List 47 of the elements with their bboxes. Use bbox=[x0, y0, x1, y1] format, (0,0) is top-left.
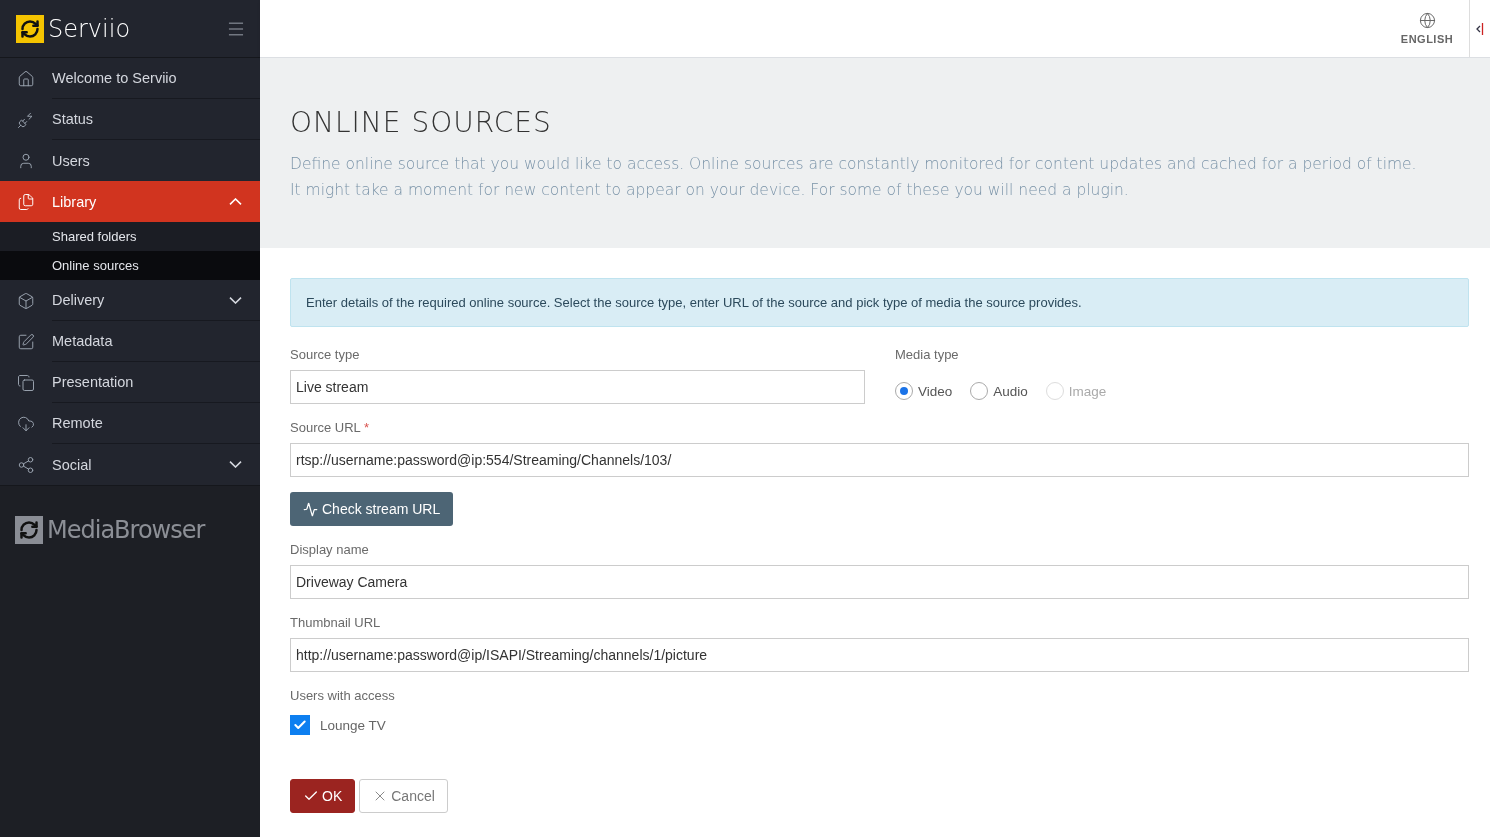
sub-nav-item[interactable]: Online sources bbox=[0, 251, 260, 280]
nav-icon bbox=[17, 414, 35, 433]
nav-icon bbox=[17, 69, 35, 88]
display-name-field[interactable]: Driveway Camera bbox=[290, 565, 1469, 599]
collapse-icon[interactable] bbox=[1476, 21, 1484, 36]
nav-icon bbox=[17, 110, 35, 129]
nav-item[interactable]: Users bbox=[0, 140, 260, 181]
ok-button[interactable]: OK bbox=[290, 779, 356, 813]
source-type-field[interactable]: Live stream bbox=[290, 370, 865, 404]
cancel-button[interactable]: Cancel bbox=[359, 779, 448, 813]
language-selector[interactable]: ENGLISH bbox=[1385, 0, 1470, 57]
nav-icon bbox=[17, 455, 35, 474]
chevron-up-icon bbox=[229, 198, 242, 205]
checkbox-label: Lounge TV bbox=[320, 717, 386, 733]
footer-logo-text: MediaBrowser bbox=[47, 516, 205, 544]
check-icon bbox=[293, 718, 307, 732]
sub-nav-item[interactable]: Shared folders bbox=[0, 222, 260, 251]
brand-name: Serviio bbox=[48, 14, 131, 43]
checkbox[interactable] bbox=[290, 715, 310, 735]
source-url-field[interactable]: rtsp://username:password@ip:554/Streaming/Channels/103/ bbox=[290, 443, 1469, 477]
field-label: Display name bbox=[290, 542, 370, 557]
required-mark: * bbox=[363, 420, 369, 435]
nav-icon bbox=[17, 192, 35, 211]
nav-icon bbox=[17, 291, 35, 310]
nav-icon bbox=[17, 373, 35, 392]
radio-option[interactable]: Video bbox=[895, 382, 953, 400]
nav-icon bbox=[17, 332, 35, 351]
radio-option[interactable]: Audio bbox=[970, 382, 1028, 400]
field-label: Thumbnail URL bbox=[290, 615, 382, 630]
field-label: Media type bbox=[895, 347, 960, 362]
globe-icon bbox=[1418, 12, 1436, 29]
field-label: Source URL * bbox=[290, 420, 370, 435]
field-label: Source type bbox=[290, 347, 361, 362]
check-url-button[interactable]: Check stream URL bbox=[290, 492, 454, 526]
nav-item[interactable]: Social bbox=[0, 444, 260, 485]
logo-icon bbox=[16, 14, 44, 43]
page-description: Define online source that you would like to access. Online sources are constantly monitored for content updates and cached for a period of time. It might take a moment for new content to appear on your device. For some of these you will need a plugin. bbox=[290, 154, 1418, 201]
pulse-icon bbox=[303, 501, 318, 517]
field-label: Users with access bbox=[290, 688, 396, 703]
thumbnail-url-field[interactable]: http://username:password@ip/ISAPI/Streaming/channels/1/picture bbox=[290, 638, 1469, 672]
logo-icon bbox=[15, 516, 43, 544]
chevron-down-icon bbox=[229, 296, 242, 304]
page-title: ONLINE SOURCES bbox=[290, 106, 553, 139]
chevron-down-icon bbox=[229, 461, 242, 468]
nav-icon bbox=[17, 151, 35, 170]
info-message: Enter details of the required online source. Select the source type, enter URL of the source and pick type of media the source provides. bbox=[290, 278, 1469, 327]
nav-item[interactable]: Library bbox=[0, 181, 260, 222]
